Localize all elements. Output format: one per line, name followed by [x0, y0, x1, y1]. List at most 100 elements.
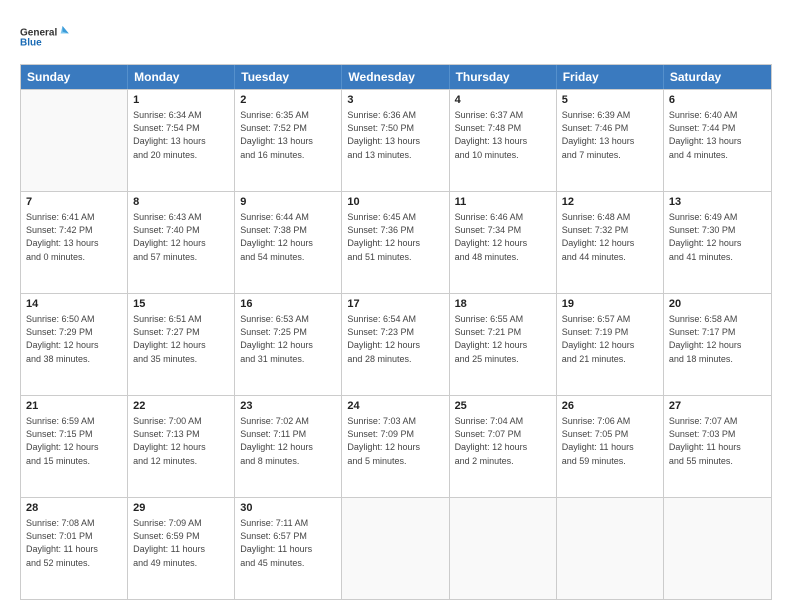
day-info: Sunrise: 6:54 AMSunset: 7:23 PMDaylight:… — [347, 313, 443, 365]
calendar-week-3: 21Sunrise: 6:59 AMSunset: 7:15 PMDayligh… — [21, 395, 771, 497]
day-info: Sunrise: 7:00 AMSunset: 7:13 PMDaylight:… — [133, 415, 229, 467]
calendar-cell-7: 7Sunrise: 6:41 AMSunset: 7:42 PMDaylight… — [21, 192, 128, 293]
day-info: Sunrise: 6:44 AMSunset: 7:38 PMDaylight:… — [240, 211, 336, 263]
calendar-cell-13: 13Sunrise: 6:49 AMSunset: 7:30 PMDayligh… — [664, 192, 771, 293]
calendar-cell-16: 16Sunrise: 6:53 AMSunset: 7:25 PMDayligh… — [235, 294, 342, 395]
calendar-cell-14: 14Sunrise: 6:50 AMSunset: 7:29 PMDayligh… — [21, 294, 128, 395]
logo: General Blue — [20, 18, 70, 54]
day-info: Sunrise: 6:45 AMSunset: 7:36 PMDaylight:… — [347, 211, 443, 263]
calendar-cell-29: 29Sunrise: 7:09 AMSunset: 6:59 PMDayligh… — [128, 498, 235, 599]
calendar-cell-empty-3 — [342, 498, 449, 599]
day-info: Sunrise: 6:55 AMSunset: 7:21 PMDaylight:… — [455, 313, 551, 365]
day-number: 24 — [347, 399, 443, 414]
calendar-cell-10: 10Sunrise: 6:45 AMSunset: 7:36 PMDayligh… — [342, 192, 449, 293]
day-number: 17 — [347, 297, 443, 312]
day-info: Sunrise: 7:06 AMSunset: 7:05 PMDaylight:… — [562, 415, 658, 467]
header-day-thursday: Thursday — [450, 65, 557, 89]
day-number: 8 — [133, 195, 229, 210]
calendar-cell-12: 12Sunrise: 6:48 AMSunset: 7:32 PMDayligh… — [557, 192, 664, 293]
day-info: Sunrise: 6:59 AMSunset: 7:15 PMDaylight:… — [26, 415, 122, 467]
day-info: Sunrise: 6:39 AMSunset: 7:46 PMDaylight:… — [562, 109, 658, 161]
day-number: 25 — [455, 399, 551, 414]
day-number: 5 — [562, 93, 658, 108]
day-info: Sunrise: 6:58 AMSunset: 7:17 PMDaylight:… — [669, 313, 766, 365]
calendar-cell-4: 4Sunrise: 6:37 AMSunset: 7:48 PMDaylight… — [450, 90, 557, 191]
day-number: 20 — [669, 297, 766, 312]
header-day-monday: Monday — [128, 65, 235, 89]
calendar-cell-empty-6 — [664, 498, 771, 599]
calendar-cell-6: 6Sunrise: 6:40 AMSunset: 7:44 PMDaylight… — [664, 90, 771, 191]
day-number: 9 — [240, 195, 336, 210]
day-info: Sunrise: 6:51 AMSunset: 7:27 PMDaylight:… — [133, 313, 229, 365]
day-number: 23 — [240, 399, 336, 414]
day-info: Sunrise: 7:11 AMSunset: 6:57 PMDaylight:… — [240, 517, 336, 569]
calendar-week-0: 1Sunrise: 6:34 AMSunset: 7:54 PMDaylight… — [21, 89, 771, 191]
day-number: 1 — [133, 93, 229, 108]
day-number: 11 — [455, 195, 551, 210]
day-number: 26 — [562, 399, 658, 414]
calendar-cell-20: 20Sunrise: 6:58 AMSunset: 7:17 PMDayligh… — [664, 294, 771, 395]
calendar: SundayMondayTuesdayWednesdayThursdayFrid… — [20, 64, 772, 600]
calendar-cell-27: 27Sunrise: 7:07 AMSunset: 7:03 PMDayligh… — [664, 396, 771, 497]
day-number: 21 — [26, 399, 122, 414]
day-number: 7 — [26, 195, 122, 210]
day-info: Sunrise: 7:08 AMSunset: 7:01 PMDaylight:… — [26, 517, 122, 569]
calendar-cell-empty-0 — [21, 90, 128, 191]
day-number: 6 — [669, 93, 766, 108]
day-number: 27 — [669, 399, 766, 414]
day-number: 4 — [455, 93, 551, 108]
day-info: Sunrise: 6:34 AMSunset: 7:54 PMDaylight:… — [133, 109, 229, 161]
calendar-cell-25: 25Sunrise: 7:04 AMSunset: 7:07 PMDayligh… — [450, 396, 557, 497]
calendar-cell-23: 23Sunrise: 7:02 AMSunset: 7:11 PMDayligh… — [235, 396, 342, 497]
calendar-cell-9: 9Sunrise: 6:44 AMSunset: 7:38 PMDaylight… — [235, 192, 342, 293]
calendar-cell-5: 5Sunrise: 6:39 AMSunset: 7:46 PMDaylight… — [557, 90, 664, 191]
svg-text:General: General — [20, 27, 57, 38]
day-number: 13 — [669, 195, 766, 210]
header-day-friday: Friday — [557, 65, 664, 89]
calendar-cell-11: 11Sunrise: 6:46 AMSunset: 7:34 PMDayligh… — [450, 192, 557, 293]
day-info: Sunrise: 6:53 AMSunset: 7:25 PMDaylight:… — [240, 313, 336, 365]
day-info: Sunrise: 6:48 AMSunset: 7:32 PMDaylight:… — [562, 211, 658, 263]
day-info: Sunrise: 6:37 AMSunset: 7:48 PMDaylight:… — [455, 109, 551, 161]
calendar-cell-26: 26Sunrise: 7:06 AMSunset: 7:05 PMDayligh… — [557, 396, 664, 497]
logo-svg: General Blue — [20, 18, 70, 54]
calendar-cell-19: 19Sunrise: 6:57 AMSunset: 7:19 PMDayligh… — [557, 294, 664, 395]
header-day-saturday: Saturday — [664, 65, 771, 89]
day-number: 12 — [562, 195, 658, 210]
day-info: Sunrise: 6:40 AMSunset: 7:44 PMDaylight:… — [669, 109, 766, 161]
calendar-cell-empty-5 — [557, 498, 664, 599]
calendar-cell-30: 30Sunrise: 7:11 AMSunset: 6:57 PMDayligh… — [235, 498, 342, 599]
calendar-cell-21: 21Sunrise: 6:59 AMSunset: 7:15 PMDayligh… — [21, 396, 128, 497]
header-day-tuesday: Tuesday — [235, 65, 342, 89]
calendar-week-4: 28Sunrise: 7:08 AMSunset: 7:01 PMDayligh… — [21, 497, 771, 599]
day-number: 14 — [26, 297, 122, 312]
calendar-cell-3: 3Sunrise: 6:36 AMSunset: 7:50 PMDaylight… — [342, 90, 449, 191]
day-info: Sunrise: 6:35 AMSunset: 7:52 PMDaylight:… — [240, 109, 336, 161]
calendar-cell-22: 22Sunrise: 7:00 AMSunset: 7:13 PMDayligh… — [128, 396, 235, 497]
day-number: 16 — [240, 297, 336, 312]
day-info: Sunrise: 6:57 AMSunset: 7:19 PMDaylight:… — [562, 313, 658, 365]
header: General Blue — [20, 18, 772, 54]
day-number: 30 — [240, 501, 336, 516]
day-info: Sunrise: 7:09 AMSunset: 6:59 PMDaylight:… — [133, 517, 229, 569]
day-number: 2 — [240, 93, 336, 108]
calendar-cell-28: 28Sunrise: 7:08 AMSunset: 7:01 PMDayligh… — [21, 498, 128, 599]
day-number: 19 — [562, 297, 658, 312]
calendar-cell-1: 1Sunrise: 6:34 AMSunset: 7:54 PMDaylight… — [128, 90, 235, 191]
day-info: Sunrise: 6:43 AMSunset: 7:40 PMDaylight:… — [133, 211, 229, 263]
day-info: Sunrise: 6:36 AMSunset: 7:50 PMDaylight:… — [347, 109, 443, 161]
calendar-cell-24: 24Sunrise: 7:03 AMSunset: 7:09 PMDayligh… — [342, 396, 449, 497]
day-info: Sunrise: 7:02 AMSunset: 7:11 PMDaylight:… — [240, 415, 336, 467]
day-info: Sunrise: 7:07 AMSunset: 7:03 PMDaylight:… — [669, 415, 766, 467]
day-number: 18 — [455, 297, 551, 312]
header-day-sunday: Sunday — [21, 65, 128, 89]
header-day-wednesday: Wednesday — [342, 65, 449, 89]
calendar-body: 1Sunrise: 6:34 AMSunset: 7:54 PMDaylight… — [21, 89, 771, 599]
day-info: Sunrise: 7:04 AMSunset: 7:07 PMDaylight:… — [455, 415, 551, 467]
day-number: 3 — [347, 93, 443, 108]
day-info: Sunrise: 6:49 AMSunset: 7:30 PMDaylight:… — [669, 211, 766, 263]
day-number: 15 — [133, 297, 229, 312]
page: General Blue SundayMondayTuesdayWednesda… — [0, 0, 792, 612]
calendar-cell-2: 2Sunrise: 6:35 AMSunset: 7:52 PMDaylight… — [235, 90, 342, 191]
day-number: 29 — [133, 501, 229, 516]
